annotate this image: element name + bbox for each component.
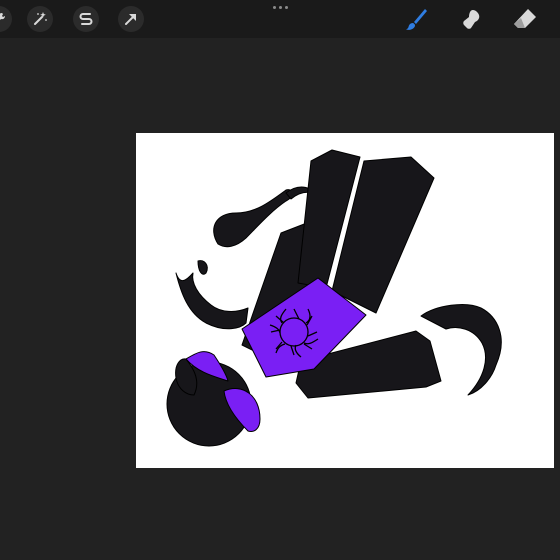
eraser-icon — [514, 9, 536, 28]
artwork — [166, 149, 502, 447]
brush-icon — [406, 9, 427, 30]
tentacle-left — [175, 272, 249, 330]
adjustments-button[interactable] — [27, 6, 53, 32]
arrow-cursor-icon — [125, 14, 136, 25]
eraser-button[interactable] — [512, 6, 538, 32]
drawing-canvas[interactable] — [136, 133, 554, 468]
smudge-button[interactable] — [458, 6, 484, 32]
tentacle-left-tip — [197, 260, 208, 275]
top-toolbar — [0, 0, 560, 38]
actions-button[interactable] — [0, 6, 12, 32]
toolbar-grabber-icon[interactable] — [271, 4, 289, 10]
wrench-icon — [0, 12, 6, 20]
selection-s-icon — [79, 13, 93, 25]
brush-button[interactable] — [403, 6, 429, 32]
transform-button[interactable] — [118, 6, 144, 32]
smudge-finger-icon — [463, 10, 480, 29]
selection-button[interactable] — [73, 6, 99, 32]
magic-wand-icon — [34, 12, 47, 25]
